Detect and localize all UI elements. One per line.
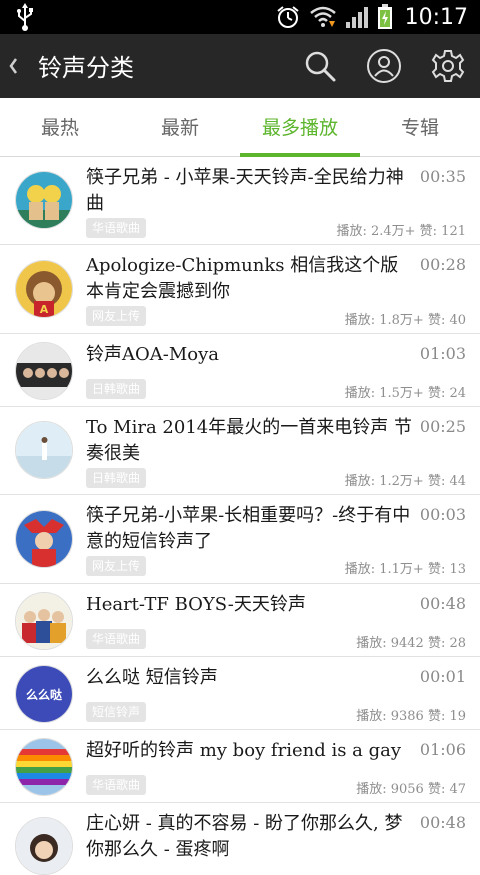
usb-icon xyxy=(17,3,33,31)
play-stats: 播放: 9386 赞: 19 xyxy=(356,705,466,724)
like-count: 赞: 19 xyxy=(427,709,466,724)
list-item[interactable]: 么么哒 么么哒 短信铃声 00:01 短信铃声 播放: 9386 赞: 19 xyxy=(0,657,480,730)
status-time: 10:17 xyxy=(404,4,468,30)
list-item[interactable]: A Apologize-Chipmunks 相信我这个版本肯定会震撼到你 00:… xyxy=(0,245,480,334)
play-count: 播放: 9442 xyxy=(356,636,424,651)
like-count: 赞: 24 xyxy=(427,386,466,401)
category-tag: 华语歌曲 xyxy=(86,218,147,238)
play-count: 播放: 9056 xyxy=(356,782,424,797)
category-tabs: 最热 最新 最多播放 专辑 xyxy=(0,98,480,157)
gear-icon[interactable] xyxy=(430,48,466,84)
play-count: 播放: 9386 xyxy=(356,709,424,724)
duration: 00:25 xyxy=(419,417,466,436)
tab-most-played[interactable]: 最多播放 xyxy=(240,98,360,157)
avatar-logo-text: 么么哒 xyxy=(26,687,63,702)
signal-icon xyxy=(345,7,368,28)
avatar xyxy=(15,510,73,568)
like-count: 赞: 44 xyxy=(427,474,466,489)
category-tag: 网友上传 xyxy=(86,556,147,576)
alarm-icon xyxy=(276,6,299,28)
like-count: 赞: 47 xyxy=(427,782,466,797)
tab-albums[interactable]: 专辑 xyxy=(360,98,480,156)
like-count: 赞: 13 xyxy=(427,562,466,577)
song-title: 筷子兄弟 - 小苹果-天天铃声-全民给力神曲 xyxy=(86,167,404,214)
avatar xyxy=(15,421,73,479)
list-item[interactable]: 庄心妍 - 真的不容易 - 盼了你那么久, 梦你那么久 - 蛋疼啊 00:48 xyxy=(0,803,480,875)
song-title: 筷子兄弟-小苹果-长相重要吗？-终于有中意的短信铃声了 xyxy=(86,505,411,552)
svg-text:A: A xyxy=(40,303,49,316)
like-count: 赞: 28 xyxy=(427,636,466,651)
song-title: Apologize-Chipmunks 相信我这个版本肯定会震撼到你 xyxy=(86,255,399,302)
song-title: 么么哒 短信铃声 xyxy=(86,667,218,688)
user-icon[interactable] xyxy=(366,48,402,84)
tab-hottest[interactable]: 最热 xyxy=(0,98,120,156)
avatar: A xyxy=(15,260,73,318)
avatar xyxy=(15,171,73,229)
duration: 00:28 xyxy=(419,255,466,274)
list-item[interactable]: 超好听的铃声 my boy friend is a gay 01:06 华语歌曲… xyxy=(0,730,480,803)
back-chevron-icon[interactable] xyxy=(6,51,20,81)
wifi-icon xyxy=(309,6,336,27)
category-tag: 短信铃声 xyxy=(86,702,147,722)
list-item[interactable]: To Mira 2014年最火的一首来电铃声 节奏很美 00:25 日韩歌曲 播… xyxy=(0,407,480,495)
ringtone-list: 筷子兄弟 - 小苹果-天天铃声-全民给力神曲 00:35 华语歌曲 播放: 2.… xyxy=(0,157,480,875)
duration: 01:06 xyxy=(419,740,466,759)
category-tag: 日韩歌曲 xyxy=(86,468,147,488)
avatar: 么么哒 xyxy=(15,665,73,723)
like-count: 赞: 40 xyxy=(427,313,466,328)
duration: 00:01 xyxy=(419,667,466,686)
play-stats: 播放: 1.5万+ 赞: 24 xyxy=(345,382,466,401)
play-stats: 播放: 1.2万+ 赞: 44 xyxy=(345,470,466,489)
song-title: 铃声AOA-Moya xyxy=(86,344,220,365)
like-count: 赞: 121 xyxy=(419,224,466,239)
app-bar: 铃声分类 xyxy=(0,34,480,98)
play-count: 播放: 1.8万+ xyxy=(344,313,424,328)
play-count: 播放: 1.2万+ xyxy=(344,474,424,489)
song-title: 庄心妍 - 真的不容易 - 盼了你那么久, 梦你那么久 - 蛋疼啊 xyxy=(86,813,403,860)
play-stats: 播放: 1.1万+ 赞: 13 xyxy=(345,558,466,577)
list-item[interactable]: Heart-TF BOYS-天天铃声 00:48 华语歌曲 播放: 9442 赞… xyxy=(0,584,480,657)
category-tag: 网友上传 xyxy=(86,306,147,326)
duration: 00:35 xyxy=(419,167,466,186)
play-stats: 播放: 2.4万+ 赞: 121 xyxy=(336,220,466,239)
avatar xyxy=(15,342,73,400)
play-stats: 播放: 9056 赞: 47 xyxy=(356,778,466,797)
play-count: 播放: 2.4万+ xyxy=(336,224,416,239)
play-count: 播放: 1.5万+ xyxy=(344,386,424,401)
battery-icon xyxy=(377,4,392,29)
category-tag: 华语歌曲 xyxy=(86,775,147,795)
category-tag: 日韩歌曲 xyxy=(86,379,147,399)
duration: 00:03 xyxy=(419,505,466,524)
tab-newest[interactable]: 最新 xyxy=(120,98,240,156)
play-count: 播放: 1.1万+ xyxy=(344,562,424,577)
page-title: 铃声分类 xyxy=(38,54,134,82)
list-item[interactable]: 筷子兄弟-小苹果-长相重要吗？-终于有中意的短信铃声了 00:03 网友上传 播… xyxy=(0,495,480,584)
list-item[interactable]: 筷子兄弟 - 小苹果-天天铃声-全民给力神曲 00:35 华语歌曲 播放: 2.… xyxy=(0,157,480,245)
duration: 00:48 xyxy=(419,594,466,613)
song-title: Heart-TF BOYS-天天铃声 xyxy=(86,594,306,615)
list-item[interactable]: 铃声AOA-Moya 01:03 日韩歌曲 播放: 1.5万+ 赞: 24 xyxy=(0,334,480,407)
avatar xyxy=(15,738,73,796)
status-bar: 10:17 xyxy=(0,0,480,34)
tab-most-played-label: 最多播放 xyxy=(261,117,338,139)
duration: 00:48 xyxy=(419,813,466,832)
song-title: To Mira 2014年最火的一首来电铃声 节奏很美 xyxy=(86,417,412,464)
avatar xyxy=(15,592,73,650)
avatar xyxy=(15,817,73,875)
category-tag: 华语歌曲 xyxy=(86,629,147,649)
song-title: 超好听的铃声 my boy friend is a gay xyxy=(86,740,402,761)
duration: 01:03 xyxy=(419,344,466,363)
play-stats: 播放: 9442 赞: 28 xyxy=(356,632,466,651)
play-stats: 播放: 1.8万+ 赞: 40 xyxy=(345,309,466,328)
search-icon[interactable] xyxy=(302,48,338,84)
